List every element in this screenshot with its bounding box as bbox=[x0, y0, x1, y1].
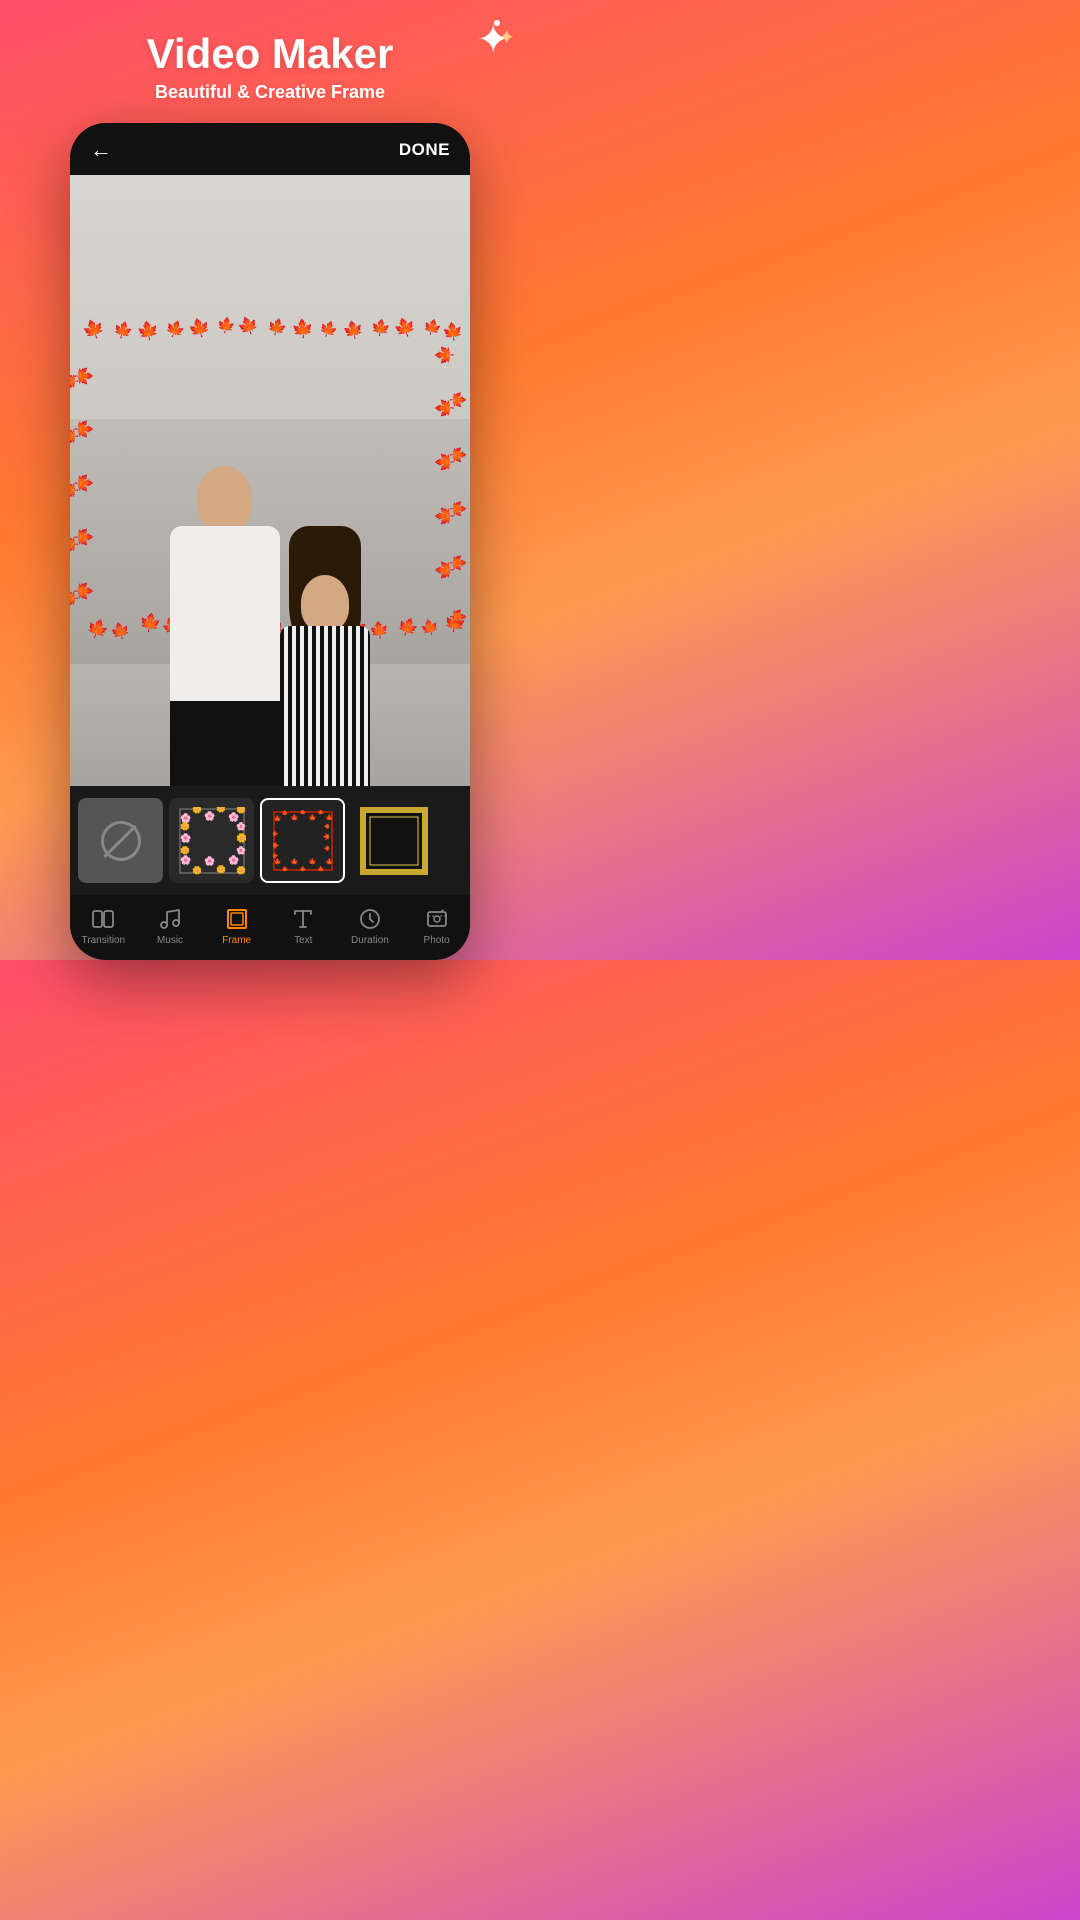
sparkle-small-icon: ✦ bbox=[498, 25, 515, 50]
nav-item-transition[interactable]: Transition bbox=[73, 907, 133, 946]
woman-figure bbox=[270, 496, 380, 786]
woman-head bbox=[301, 575, 349, 631]
man-legs bbox=[170, 701, 280, 786]
svg-text:🌼: 🌼 bbox=[180, 821, 190, 831]
svg-text:🍁: 🍁 bbox=[290, 857, 299, 866]
nav-label-photo: Photo bbox=[424, 935, 450, 946]
svg-text:🍁: 🍁 bbox=[281, 865, 288, 872]
man-torso bbox=[170, 526, 280, 706]
svg-text:🍁: 🍁 bbox=[322, 832, 331, 841]
music-icon bbox=[158, 907, 182, 931]
svg-text:🍁: 🍁 bbox=[272, 841, 280, 850]
back-button[interactable]: ← bbox=[90, 137, 112, 163]
top-bar: ← DONE bbox=[70, 123, 470, 175]
frame-option-floral[interactable]: 🌸 🌼 🌸 🌼 🌸 🌼 🌸 🌼 🌸 🌼 🌸 🌼 🌼 🌸 🌼 🌸 bbox=[169, 798, 254, 883]
svg-text:🍁: 🍁 bbox=[308, 813, 317, 822]
svg-text:🌼: 🌼 bbox=[180, 845, 190, 855]
image-area: 🍁 🍁 🍁 🍁 🍁 🍁 🍁 🍁 🍁 🍁 🍁 🍁 🍁 🍁 🍁 bbox=[70, 175, 470, 786]
sparkle-decoration: ✦ ✦ bbox=[476, 20, 510, 60]
nav-item-photo[interactable]: Photo bbox=[407, 907, 467, 946]
svg-text:🍁: 🍁 bbox=[325, 857, 334, 866]
no-frame-icon bbox=[101, 821, 141, 861]
app-title: Video Maker bbox=[147, 30, 394, 78]
gold-frame-preview bbox=[359, 806, 429, 876]
svg-text:🌸: 🌸 bbox=[204, 855, 215, 866]
svg-text:🍁: 🍁 bbox=[325, 813, 334, 822]
svg-text:🍁: 🍁 bbox=[290, 813, 299, 822]
svg-text:🌼: 🌼 bbox=[216, 864, 226, 874]
svg-text:🌼: 🌼 bbox=[236, 807, 246, 814]
text-icon bbox=[291, 907, 315, 931]
photo-icon bbox=[425, 907, 449, 931]
woman-torso bbox=[280, 626, 370, 786]
frame-icon bbox=[225, 907, 249, 931]
man-head bbox=[197, 466, 252, 531]
nav-label-transition: Transition bbox=[82, 935, 126, 946]
svg-text:🍁: 🍁 bbox=[317, 810, 324, 816]
floral-frame-preview: 🌸 🌼 🌸 🌼 🌸 🌼 🌸 🌼 🌸 🌼 🌸 🌼 🌼 🌸 🌼 🌸 bbox=[177, 806, 247, 876]
app-subtitle: Beautiful & Creative Frame bbox=[155, 82, 385, 103]
svg-text:🌼: 🌼 bbox=[192, 807, 202, 814]
transition-icon bbox=[91, 907, 115, 931]
svg-text:🌸: 🌸 bbox=[228, 854, 239, 865]
svg-text:🌸: 🌸 bbox=[204, 810, 215, 821]
svg-text:🍁: 🍁 bbox=[299, 865, 306, 872]
svg-text:🍁: 🍁 bbox=[323, 844, 331, 851]
bottom-nav: Transition Music Frame Text bbox=[70, 895, 470, 960]
svg-text:🍁: 🍁 bbox=[323, 822, 331, 829]
couple-figures bbox=[70, 236, 470, 786]
svg-text:🌸: 🌸 bbox=[180, 854, 191, 865]
nav-label-frame: Frame bbox=[222, 935, 251, 946]
svg-text:🌸: 🌸 bbox=[236, 845, 246, 855]
done-button[interactable]: DONE bbox=[399, 140, 450, 160]
nav-item-music[interactable]: Music bbox=[140, 907, 200, 946]
svg-text:🌼: 🌼 bbox=[216, 807, 226, 813]
app-header: ✦ ✦ Video Maker Beautiful & Creative Fra… bbox=[0, 0, 540, 123]
phone-mockup: ← DONE bbox=[70, 123, 470, 960]
frame-option-gold[interactable] bbox=[351, 798, 436, 883]
frame-option-leaf[interactable]: 🍁 🍁 🍁 🍁 🍁 🍁 🍁 🍁 🍁 🍁 🍁 🍁 🍁 🍁 🍁 🍁 bbox=[260, 798, 345, 883]
svg-text:🍁: 🍁 bbox=[308, 857, 317, 866]
svg-text:🍁: 🍁 bbox=[272, 830, 279, 837]
nav-item-duration[interactable]: Duration bbox=[340, 907, 400, 946]
clock-icon bbox=[358, 907, 382, 931]
nav-label-text: Text bbox=[294, 935, 312, 946]
frame-option-none[interactable] bbox=[78, 798, 163, 883]
svg-text:🌼: 🌼 bbox=[236, 865, 246, 875]
nav-label-duration: Duration bbox=[351, 935, 389, 946]
nav-item-frame[interactable]: Frame bbox=[207, 907, 267, 946]
nav-label-music: Music bbox=[157, 935, 183, 946]
svg-text:🍁: 🍁 bbox=[281, 810, 288, 817]
svg-text:🍁: 🍁 bbox=[299, 810, 306, 816]
leaf-frame-preview: 🍁 🍁 🍁 🍁 🍁 🍁 🍁 🍁 🍁 🍁 🍁 🍁 🍁 🍁 🍁 🍁 bbox=[268, 806, 338, 876]
frame-selector: 🌸 🌼 🌸 🌼 🌸 🌼 🌸 🌼 🌸 🌼 🌸 🌼 🌼 🌸 🌼 🌸 bbox=[70, 786, 470, 895]
svg-text:🍁: 🍁 bbox=[272, 852, 279, 859]
nav-item-text[interactable]: Text bbox=[273, 907, 333, 946]
photo-container: 🍁 🍁 🍁 🍁 🍁 🍁 🍁 🍁 🍁 🍁 🍁 🍁 🍁 🍁 🍁 bbox=[70, 175, 470, 786]
svg-text:🌼: 🌼 bbox=[236, 832, 246, 843]
svg-text:🌸: 🌸 bbox=[180, 832, 191, 843]
svg-text:🍁: 🍁 bbox=[317, 865, 324, 872]
svg-text:🌼: 🌼 bbox=[192, 865, 202, 875]
svg-text:🌸: 🌸 bbox=[236, 821, 246, 831]
